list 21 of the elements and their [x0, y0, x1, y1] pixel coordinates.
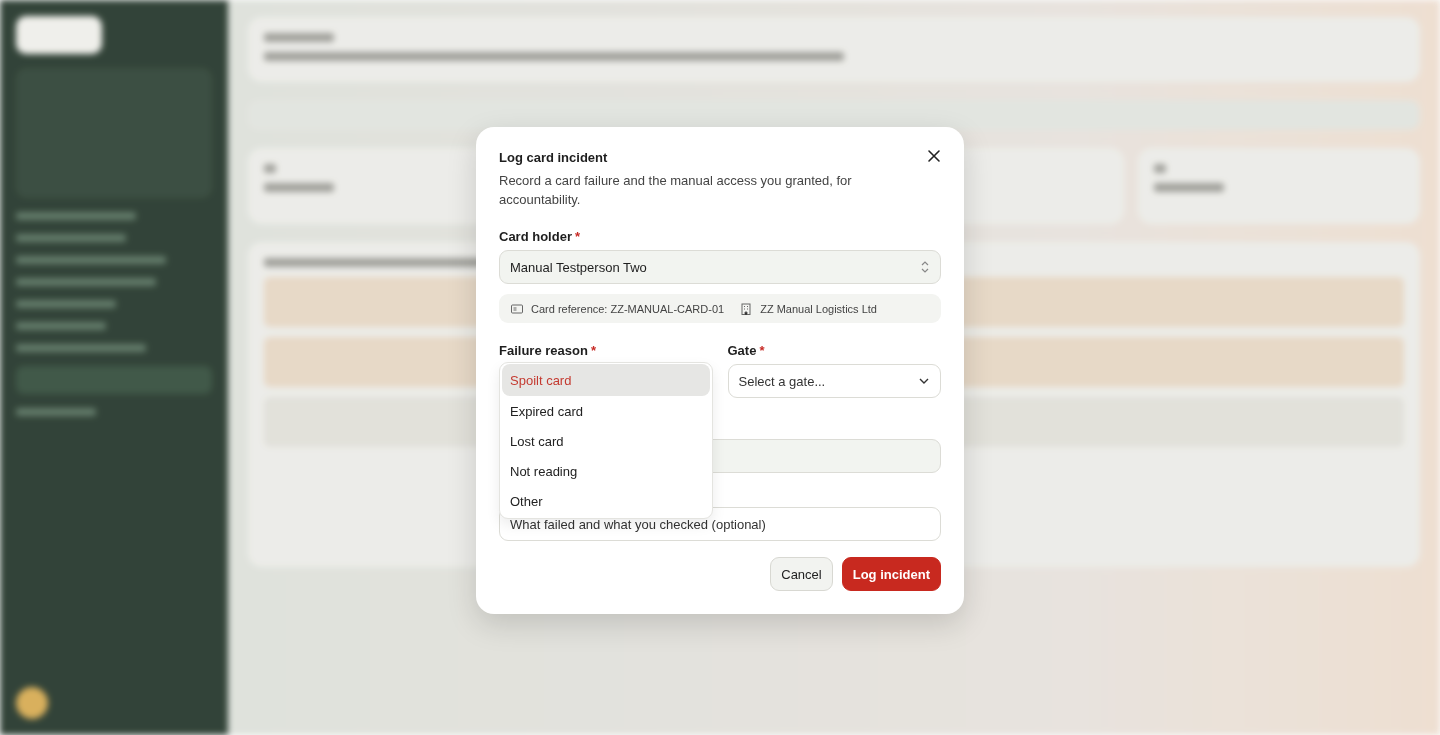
cancel-button[interactable]: Cancel [770, 557, 833, 591]
id-card-icon [511, 302, 523, 315]
gate-select[interactable]: Select a gate... [727, 364, 941, 398]
chevron-down-icon [918, 377, 930, 385]
field-label: Card holder * [499, 229, 582, 244]
company-name: ZZ Manual Logistics Ltd [760, 302, 877, 315]
close-icon[interactable] [927, 149, 941, 163]
chevron-updown-icon [920, 260, 930, 274]
log-incident-button[interactable]: Log incident [841, 557, 941, 591]
dropdown-option[interactable]: Spoilt card [502, 364, 710, 396]
dropdown-option[interactable]: Not reading [502, 456, 710, 486]
card-reference: Card reference: ZZ-MANUAL-CARD-01 [531, 302, 725, 315]
building-icon [740, 302, 753, 315]
dropdown-option[interactable]: Lost card [502, 426, 710, 456]
field-label: Gate * [727, 343, 766, 358]
card-holder-select[interactable]: Manual Testperson Two [499, 250, 941, 284]
field-label: Failure reason * [499, 343, 597, 358]
dropdown-option[interactable]: Expired card [502, 396, 710, 426]
dialog-title: Log card incident [499, 150, 608, 165]
dialog-description: Record a card failure and the manual access you granted, for accountability. [499, 172, 853, 209]
avatar-icon [16, 687, 48, 719]
